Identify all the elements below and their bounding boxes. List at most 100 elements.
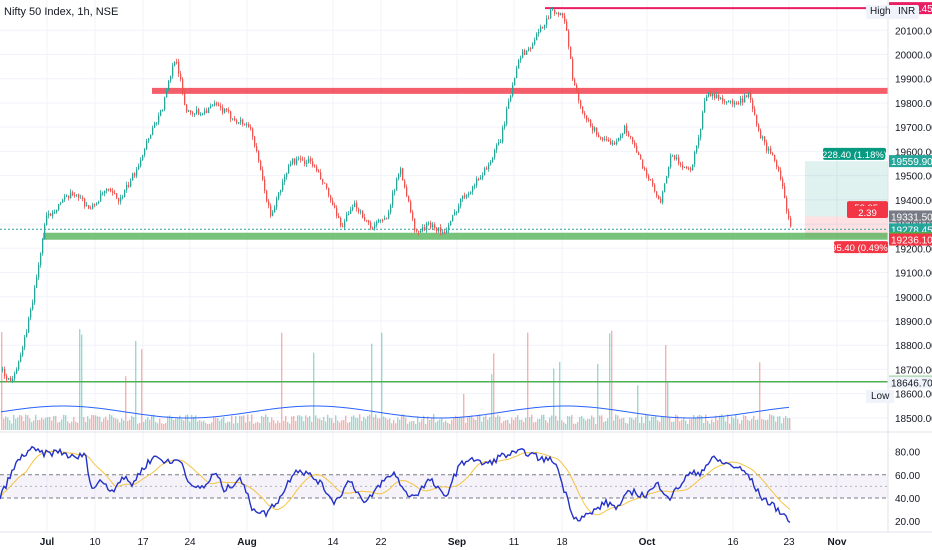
volume-bar: [247, 414, 249, 430]
candle-body: [82, 197, 84, 199]
time-tick-label: Sep: [448, 537, 466, 548]
candle-body: [704, 101, 706, 113]
volume-bar: [13, 414, 15, 430]
candle-body: [416, 229, 418, 232]
time-tick-label: 23: [783, 537, 795, 548]
volume-bar: [347, 422, 349, 430]
candle-body: [784, 186, 786, 198]
volume-bar: [723, 416, 725, 430]
volume-bar: [671, 421, 673, 430]
candle-body: [260, 160, 262, 170]
candle-body: [330, 195, 332, 201]
volume-bar: [85, 421, 87, 430]
candle-body: [332, 200, 334, 206]
volume-bar: [725, 421, 727, 430]
candle-body: [722, 97, 724, 102]
candle-body: [446, 230, 448, 233]
candle-body: [506, 108, 508, 124]
candle-body: [274, 207, 276, 213]
candle-body: [348, 213, 350, 215]
candle-body: [532, 44, 534, 49]
volume-bar: [61, 419, 63, 430]
volume-bar: [515, 417, 517, 430]
candle-body: [432, 224, 434, 228]
candle-body: [398, 174, 400, 179]
chart-canvas[interactable]: 18500.00 18600.00 18700.00 18800.00 18900.00…: [0, 0, 932, 550]
candle-body: [562, 13, 564, 16]
volume-bar: [737, 419, 739, 430]
volume-bar: [581, 415, 583, 430]
volume-bar: [207, 423, 209, 430]
chart-title: Nifty 50 Index, 1h, NSE: [4, 6, 119, 18]
candle-body: [12, 378, 14, 382]
candle-body: [474, 185, 476, 187]
candle-body: [52, 212, 54, 216]
volume-bar: [351, 416, 353, 430]
candle-body: [140, 160, 142, 167]
volume-bar: [227, 421, 229, 430]
volume-bar: [177, 417, 179, 430]
candle-body: [504, 123, 506, 128]
candle-body: [724, 101, 726, 103]
candle-body: [246, 124, 248, 126]
candle-body: [380, 219, 382, 221]
volume-bar: [627, 423, 629, 430]
high-button[interactable]: High: [866, 5, 895, 19]
volume-bar: [327, 414, 329, 430]
candle-body: [36, 277, 38, 288]
candle-body: [266, 190, 268, 202]
volume-bar: [731, 416, 733, 430]
candle-body: [684, 166, 686, 168]
candle-body: [214, 103, 216, 106]
volume-bar: [277, 420, 279, 430]
volume-bar: [305, 415, 307, 430]
candle-body: [346, 214, 348, 222]
volume-bar: [579, 417, 581, 430]
volume-bar: [199, 420, 201, 430]
volume-bar: [35, 414, 37, 430]
volume-bar: [119, 422, 121, 430]
candle-body: [642, 159, 644, 169]
candle-body: [692, 164, 694, 171]
candle-body: [336, 207, 338, 216]
volume-bar: [203, 420, 205, 430]
volume-bar: [63, 414, 65, 430]
volume-bar: [407, 423, 409, 430]
volume-bar: [107, 419, 109, 430]
candle-body: [168, 80, 170, 91]
volume-bar: [325, 421, 327, 430]
price-label: 19559.90: [891, 157, 932, 168]
volume-bar: [183, 420, 185, 430]
candle-body: [226, 109, 228, 111]
volume-bar: [49, 416, 51, 430]
volume-bar: [139, 422, 141, 430]
currency-button[interactable]: INR: [894, 5, 920, 19]
volume-bar: [653, 416, 655, 430]
candle-body: [108, 188, 110, 190]
volume-bar: [289, 423, 291, 430]
candle-body: [534, 40, 536, 45]
volume-bar: [43, 419, 45, 430]
candle-body: [30, 309, 32, 318]
volume-bar: [499, 416, 501, 430]
volume-bar: [507, 419, 509, 430]
volume-bar: [705, 414, 707, 430]
volume-bar: [713, 422, 715, 430]
candle-body: [44, 224, 46, 239]
candle-body: [440, 227, 442, 233]
volume-bar: [495, 417, 497, 430]
volume-bar: [537, 418, 539, 430]
candle-body: [514, 77, 516, 86]
candle-body: [14, 373, 16, 379]
volume-bar: [59, 421, 61, 430]
candle-body: [276, 198, 278, 208]
candle-body: [384, 218, 386, 220]
volume-bar: [771, 415, 773, 430]
candle-body: [558, 12, 560, 16]
candle-body: [90, 208, 92, 210]
candle-body: [234, 118, 236, 121]
volume-bar: [583, 418, 585, 430]
time-tick-label: 22: [375, 537, 387, 548]
volume-bar: [473, 418, 475, 430]
volume-bar: [591, 415, 593, 430]
